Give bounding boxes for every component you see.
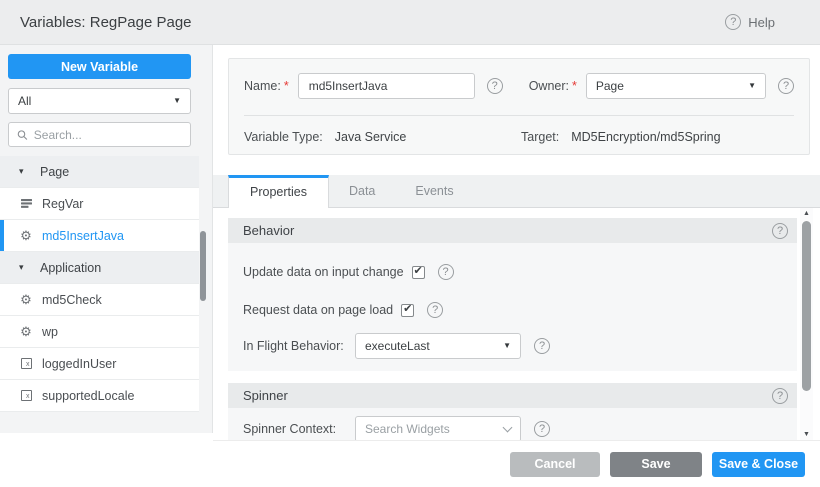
service-variable-icon: ⚙ (19, 229, 33, 242)
service-variable-icon: ⚙ (19, 293, 33, 306)
variables-sidebar: New Variable All ▼ ▾ Page (0, 45, 213, 433)
update-data-checkbox[interactable] (412, 266, 425, 279)
live-variable-icon (19, 197, 33, 210)
tree-item-loggedinuser[interactable]: x loggedInUser (0, 348, 199, 380)
tree-item-supportedlocale[interactable]: x supportedLocale (0, 380, 199, 412)
in-flight-help-icon[interactable] (534, 338, 550, 354)
request-data-label: Request data on page load (243, 303, 393, 317)
search-input[interactable] (34, 128, 182, 142)
spinner-context-row: Spinner Context: (243, 416, 782, 440)
divider (244, 115, 794, 116)
dropdown-arrow-icon: ▼ (173, 97, 181, 105)
request-data-checkbox[interactable] (401, 304, 414, 317)
tab-properties[interactable]: Properties (228, 175, 329, 208)
spinner-context-help-icon[interactable] (534, 421, 550, 437)
scroll-down-icon[interactable]: ▼ (800, 431, 813, 438)
save-and-close-button[interactable]: Save & Close (712, 452, 805, 477)
tree-item-label: supportedLocale (42, 389, 134, 403)
save-button[interactable]: Save (610, 452, 702, 477)
spinner-context-label: Spinner Context: (243, 422, 355, 436)
in-flight-row: In Flight Behavior: executeLast ▼ (243, 333, 782, 359)
dropdown-arrow-icon: ▼ (503, 342, 511, 350)
variable-search[interactable] (8, 122, 191, 147)
static-variable-icon: x (19, 390, 33, 401)
chevron-down-icon: ▾ (19, 166, 31, 177)
tree-group-label: Application (40, 261, 101, 275)
content-scrollbar[interactable]: ▲ ▼ (800, 208, 813, 440)
tab-data[interactable]: Data (329, 175, 395, 208)
help-link[interactable]: Help (725, 14, 775, 30)
help-icon (725, 14, 741, 30)
static-variable-icon: x (19, 358, 33, 369)
scroll-up-icon[interactable]: ▲ (800, 210, 813, 217)
tree-group-application[interactable]: ▾ Application (0, 252, 199, 284)
detail-tabs: Properties Data Events (213, 175, 820, 208)
sidebar-scrollbar-thumb[interactable] (200, 231, 206, 301)
chevron-down-icon (503, 422, 513, 432)
filter-selected-value: All (18, 94, 31, 108)
variable-info-box: Name: * Owner: * Page ▼ Variable Type: J… (228, 58, 810, 155)
behavior-help-icon[interactable] (772, 223, 788, 239)
variables-tree: ▾ Page RegVar ⚙ md5InsertJava ▾ Applicat… (0, 156, 212, 412)
in-flight-label: In Flight Behavior: (243, 339, 355, 353)
target-label: Target: (521, 130, 559, 144)
action-footer: Cancel Save Save & Close (213, 440, 820, 487)
name-help-icon[interactable] (487, 78, 503, 94)
tree-item-md5check[interactable]: ⚙ md5Check (0, 284, 199, 316)
tree-item-wp[interactable]: ⚙ wp (0, 316, 199, 348)
owner-select[interactable]: Page ▼ (586, 73, 766, 99)
spinner-context-input[interactable] (365, 422, 475, 436)
tree-item-md5insertjava[interactable]: ⚙ md5InsertJava (0, 220, 199, 252)
spinner-context-combobox[interactable] (355, 416, 521, 440)
content-scrollbar-thumb[interactable] (802, 221, 811, 391)
name-field[interactable] (298, 73, 475, 99)
in-flight-select[interactable]: executeLast ▼ (355, 333, 521, 359)
owner-selected-value: Page (596, 79, 624, 93)
request-data-row: Request data on page load (243, 297, 782, 323)
in-flight-selected-value: executeLast (365, 339, 430, 353)
spinner-help-icon[interactable] (772, 388, 788, 404)
spinner-section-title: Spinner (243, 388, 288, 403)
update-data-help-icon[interactable] (438, 264, 454, 280)
dropdown-arrow-icon: ▼ (748, 82, 756, 90)
tab-events[interactable]: Events (395, 175, 473, 208)
tree-group-label: Page (40, 165, 69, 179)
tree-item-label: md5InsertJava (42, 229, 124, 243)
variable-type-label: Variable Type: (244, 130, 323, 144)
owner-help-icon[interactable] (778, 78, 794, 94)
behavior-section: Behavior Update data on input change Req… (228, 218, 797, 371)
page-title: Variables: RegPage Page (20, 14, 192, 31)
dialog-header: Variables: RegPage Page Help (0, 0, 820, 45)
properties-tab-content: Behavior Update data on input change Req… (213, 208, 820, 440)
tree-item-label: wp (42, 325, 58, 339)
owner-label: Owner: (529, 79, 569, 93)
new-variable-button[interactable]: New Variable (8, 54, 191, 79)
tree-group-page[interactable]: ▾ Page (0, 156, 199, 188)
required-marker: * (284, 79, 289, 93)
search-icon (17, 129, 28, 141)
variable-type-value: Java Service (335, 130, 407, 144)
required-marker: * (572, 79, 577, 93)
chevron-down-icon: ▾ (19, 262, 31, 273)
tree-item-label: RegVar (42, 197, 83, 211)
name-label: Name: (244, 79, 281, 93)
service-variable-icon: ⚙ (19, 325, 33, 338)
tree-item-label: loggedInUser (42, 357, 116, 371)
update-data-row: Update data on input change (243, 259, 782, 285)
variable-filter-select[interactable]: All ▼ (8, 88, 191, 114)
target-value: MD5Encryption/md5Spring (571, 130, 720, 144)
variable-detail-panel: Name: * Owner: * Page ▼ Variable Type: J… (213, 45, 820, 487)
tree-item-regvar[interactable]: RegVar (0, 188, 199, 220)
behavior-section-title: Behavior (243, 223, 294, 238)
request-data-help-icon[interactable] (427, 302, 443, 318)
help-label: Help (748, 15, 775, 30)
update-data-label: Update data on input change (243, 265, 404, 279)
spinner-section: Spinner Spinner Context: (228, 383, 797, 440)
tree-item-label: md5Check (42, 293, 102, 307)
cancel-button[interactable]: Cancel (510, 452, 600, 477)
